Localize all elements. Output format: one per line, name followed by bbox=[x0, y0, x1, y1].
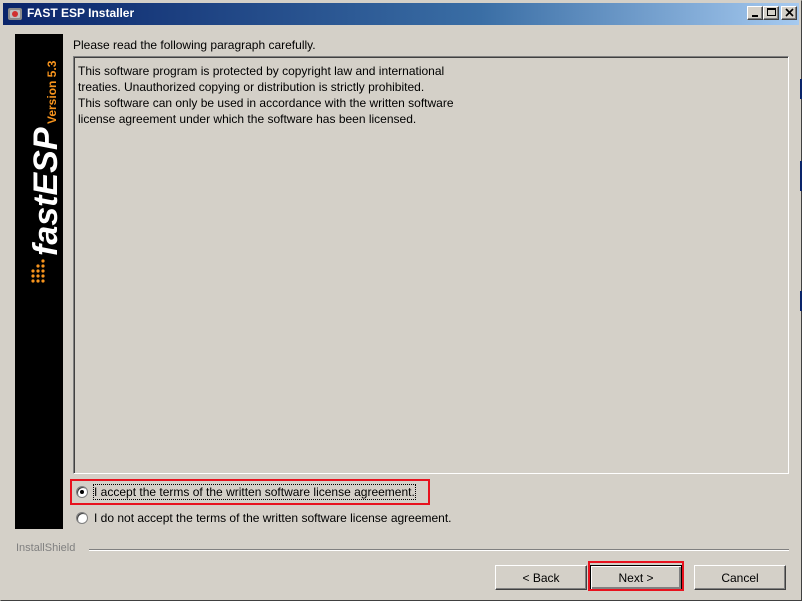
installer-window: FAST ESP Installer fastESP Version 5.3 P… bbox=[0, 0, 802, 601]
radio-selected-icon bbox=[80, 490, 84, 494]
license-line: license agreement under which the softwa… bbox=[78, 112, 417, 126]
decline-label[interactable]: I do not accept the terms of the written… bbox=[94, 511, 452, 525]
accept-label[interactable]: I accept the terms of the written softwa… bbox=[93, 484, 416, 500]
minimize-icon bbox=[752, 15, 758, 17]
close-icon bbox=[785, 8, 794, 17]
installshield-label: InstallShield bbox=[16, 542, 76, 554]
license-line: This software can only be used in accord… bbox=[78, 96, 454, 110]
app-icon bbox=[8, 8, 22, 20]
next-button[interactable]: Next > bbox=[590, 565, 682, 590]
close-button[interactable] bbox=[781, 6, 797, 20]
cancel-button[interactable]: Cancel bbox=[694, 565, 786, 590]
instruction-text: Please read the following paragraph care… bbox=[73, 38, 316, 52]
version-label: Version 5.3 bbox=[45, 60, 59, 124]
brand-dots-icon bbox=[31, 259, 45, 283]
window-title: FAST ESP Installer bbox=[27, 6, 135, 20]
product-banner: fastESP Version 5.3 bbox=[15, 34, 63, 529]
accept-option[interactable]: I accept the terms of the written softwa… bbox=[76, 483, 416, 501]
license-line: This software program is protected by co… bbox=[78, 64, 445, 78]
accept-radio[interactable] bbox=[76, 486, 88, 498]
title-bar[interactable]: FAST ESP Installer bbox=[3, 3, 799, 25]
license-text-area[interactable]: This software program is protected by co… bbox=[73, 56, 789, 474]
back-button[interactable]: < Back bbox=[495, 565, 587, 590]
brand-logo: fastESP bbox=[27, 127, 63, 256]
maximize-button[interactable] bbox=[763, 6, 779, 20]
license-line: treaties. Unauthorized copying or distri… bbox=[78, 80, 425, 94]
footer-divider bbox=[89, 549, 789, 551]
maximize-icon bbox=[767, 8, 776, 16]
decline-radio[interactable] bbox=[76, 512, 88, 524]
decline-option[interactable]: I do not accept the terms of the written… bbox=[76, 509, 452, 527]
minimize-button[interactable] bbox=[747, 6, 763, 20]
